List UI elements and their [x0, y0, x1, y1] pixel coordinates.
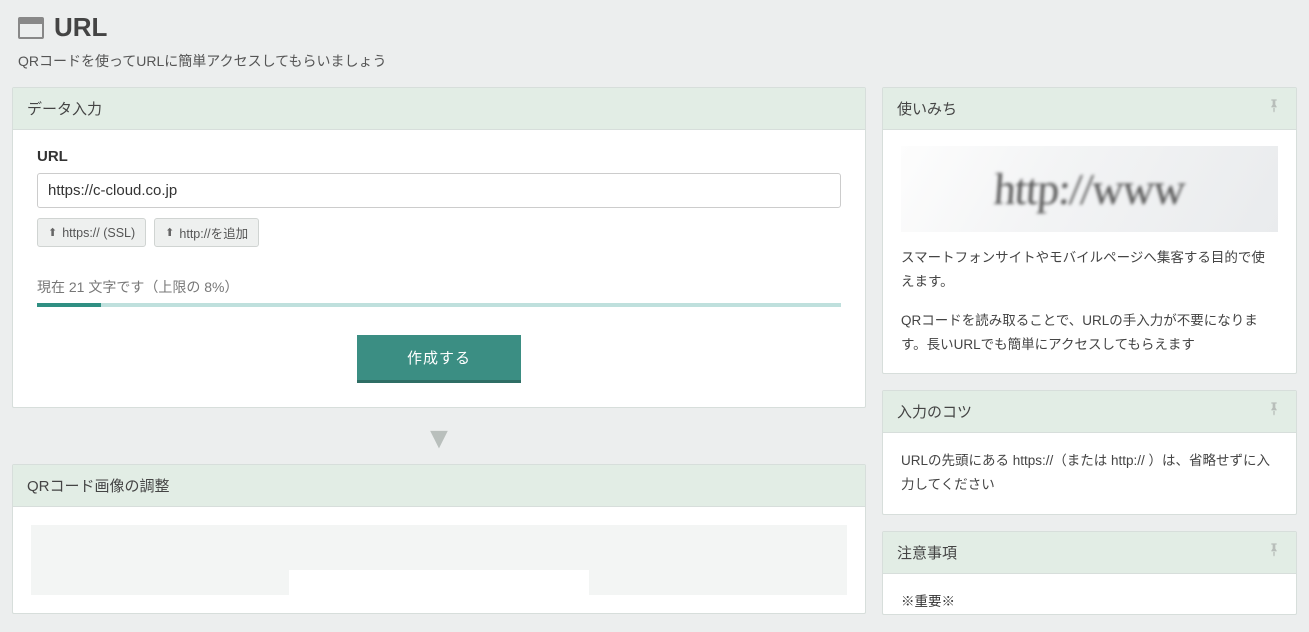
page-title-row: URL [18, 12, 1291, 43]
url-input[interactable] [37, 173, 841, 208]
char-progress-fill [37, 303, 101, 307]
panel-qr-adjust-title: QRコード画像の調整 [27, 475, 170, 496]
panel-data-input: データ入力 URL ⬆ https:// (SSL) ⬆ http://を追加 … [12, 87, 866, 408]
panel-qr-adjust-header: QRコード画像の調整 [13, 465, 865, 507]
page-subtitle: QRコードを使ってURLに簡単アクセスしてもらいましょう [18, 51, 1291, 71]
tips-p1: URLの先頭にある https://（または http:// ）は、省略せずに入… [901, 449, 1278, 498]
panel-usage-header: 使いみち [883, 88, 1296, 130]
caution-important: ※重要※ [901, 590, 1278, 610]
chevron-down-icon: ▼ [12, 424, 866, 454]
protocol-buttons: ⬆ https:// (SSL) ⬆ http://を追加 [37, 218, 841, 247]
https-button-label: https:// (SSL) [62, 226, 135, 240]
qr-preview-inner [289, 570, 589, 595]
qr-preview-area [31, 525, 847, 595]
panel-tips-body: URLの先頭にある https://（または http:// ）は、省略せずに入… [883, 433, 1296, 514]
qr-adjust-body [13, 507, 865, 613]
http-button-label: http://を追加 [179, 223, 248, 242]
panel-tips-header: 入力のコツ [883, 391, 1296, 433]
page-header: URL QRコードを使ってURLに簡単アクセスしてもらいましょう [12, 12, 1297, 71]
right-column: 使いみち http://www スマートフォンサイトやモバイルページへ集客する目… [882, 87, 1297, 615]
panel-usage-title: 使いみち [897, 98, 957, 119]
usage-text: スマートフォンサイトやモバイルページへ集客する目的で使えます。 QRコードを読み… [901, 246, 1278, 357]
main-layout: データ入力 URL ⬆ https:// (SSL) ⬆ http://を追加 … [12, 87, 1297, 615]
url-label: URL [37, 148, 841, 165]
panel-data-input-header: データ入力 [13, 88, 865, 130]
http-button[interactable]: ⬆ http://を追加 [154, 218, 259, 247]
upload-icon: ⬆ [48, 226, 57, 239]
char-counter: 現在 21 文字です（上限の 8%） [37, 277, 841, 297]
panel-caution-header: 注意事項 [883, 532, 1296, 574]
panel-caution-title: 注意事項 [897, 542, 957, 563]
pin-icon[interactable] [1266, 98, 1282, 119]
char-progress [37, 303, 841, 307]
usage-image: http://www [901, 146, 1278, 232]
panel-usage-body: http://www スマートフォンサイトやモバイルページへ集客する目的で使えま… [883, 130, 1296, 373]
panel-qr-adjust: QRコード画像の調整 [12, 464, 866, 614]
page-title: URL [54, 12, 107, 43]
window-icon [18, 17, 44, 39]
upload-icon: ⬆ [165, 226, 174, 239]
pin-icon[interactable] [1266, 401, 1282, 422]
panel-caution-body: ※重要※ [883, 574, 1296, 614]
left-column: データ入力 URL ⬆ https:// (SSL) ⬆ http://を追加 … [12, 87, 866, 614]
panel-caution: 注意事項 ※重要※ [882, 531, 1297, 615]
panel-data-input-title: データ入力 [27, 98, 102, 119]
panel-data-input-body: URL ⬆ https:// (SSL) ⬆ http://を追加 現在 21 … [13, 130, 865, 407]
create-button[interactable]: 作成する [357, 335, 521, 383]
panel-tips: 入力のコツ URLの先頭にある https://（または http:// ）は、… [882, 390, 1297, 515]
https-button[interactable]: ⬆ https:// (SSL) [37, 218, 146, 247]
submit-row: 作成する [37, 335, 841, 383]
usage-image-text: http://www [992, 164, 1186, 215]
panel-tips-title: 入力のコツ [897, 401, 972, 422]
pin-icon[interactable] [1266, 542, 1282, 563]
tips-text: URLの先頭にある https://（または http:// ）は、省略せずに入… [901, 449, 1278, 498]
panel-usage: 使いみち http://www スマートフォンサイトやモバイルページへ集客する目… [882, 87, 1297, 374]
usage-p2: QRコードを読み取ることで、URLの手入力が不要になります。長いURLでも簡単に… [901, 309, 1278, 358]
usage-p1: スマートフォンサイトやモバイルページへ集客する目的で使えます。 [901, 246, 1278, 295]
